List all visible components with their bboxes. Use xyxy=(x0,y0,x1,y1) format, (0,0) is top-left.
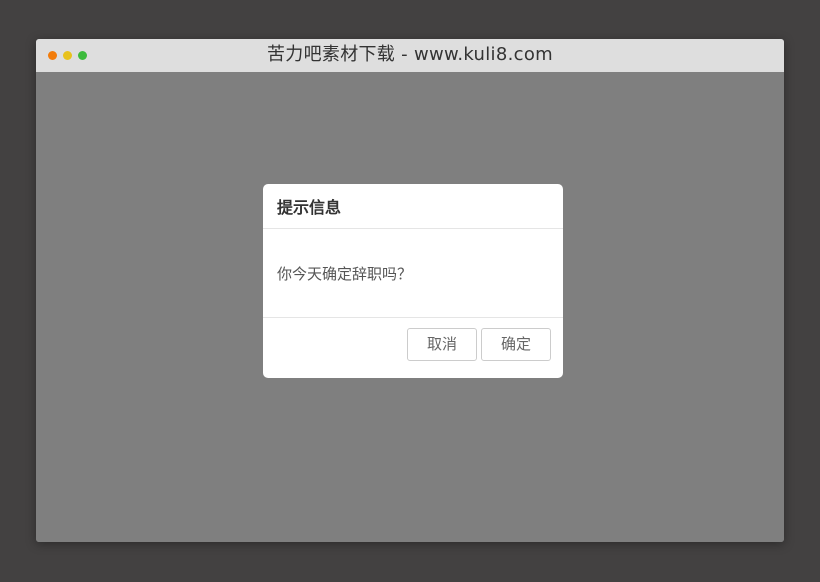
confirm-dialog: 提示信息 你今天确定辞职吗？ 取消 确定 xyxy=(263,184,563,378)
dialog-header: 提示信息 xyxy=(263,184,563,229)
dialog-message: 你今天确定辞职吗？ xyxy=(277,265,413,283)
confirm-button[interactable]: 确定 xyxy=(481,328,551,361)
cancel-button[interactable]: 取消 xyxy=(407,328,477,361)
window-title: 苦力吧素材下载 - www.kuli8.com xyxy=(267,44,553,65)
dialog-footer: 取消 确定 xyxy=(263,318,563,378)
dialog-body: 你今天确定辞职吗？ xyxy=(263,229,563,318)
dialog-title: 提示信息 xyxy=(277,198,342,217)
window-titlebar: 苦力吧素材下载 - www.kuli8.com xyxy=(36,39,784,72)
